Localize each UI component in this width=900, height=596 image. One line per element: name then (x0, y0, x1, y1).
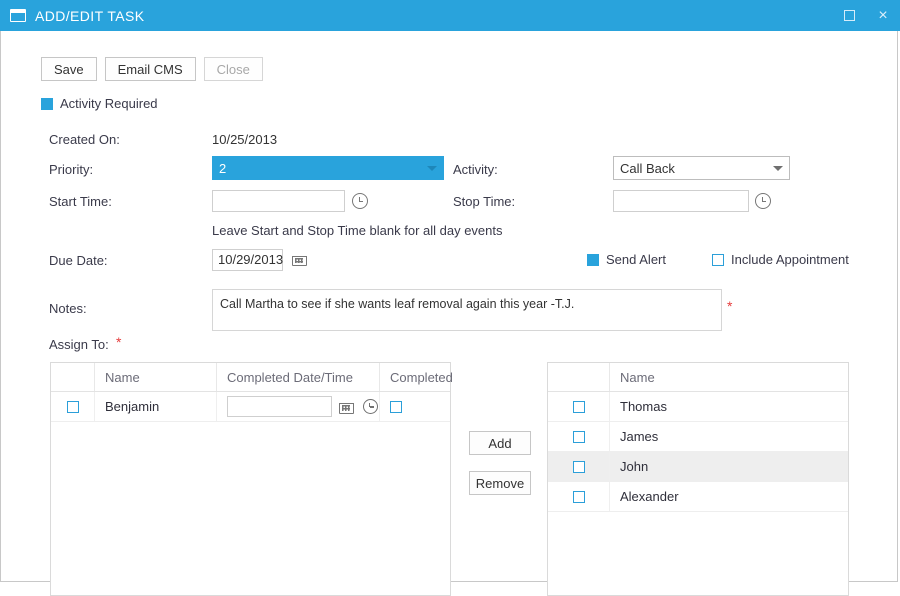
start-time-input[interactable] (212, 190, 345, 212)
send-alert-checkbox[interactable] (587, 253, 599, 266)
assigned-users-grid: Name Completed Date/Time Completed Benja… (50, 362, 453, 596)
send-alert-row: Send Alert (587, 252, 666, 267)
table-row[interactable]: Thomas (548, 392, 848, 422)
activity-required-row: Activity Required (41, 96, 158, 111)
action-toolbar: Save Email CMS Close (41, 57, 263, 81)
available-grid-header: Name (548, 363, 848, 392)
activity-dropdown-value: Call Back (620, 160, 675, 176)
stop-time-input[interactable] (613, 190, 749, 212)
clock-icon[interactable] (363, 399, 378, 414)
email-cms-button[interactable]: Email CMS (104, 57, 196, 81)
assigned-grid-header-completed-datetime: Completed Date/Time (217, 363, 380, 391)
remove-button[interactable]: Remove (469, 471, 531, 495)
assigned-grid-header: Name Completed Date/Time Completed (51, 363, 453, 392)
assigned-row-select-cell (51, 392, 95, 421)
include-appointment-row: Include Appointment (712, 252, 849, 267)
created-on-value: 10/25/2013 (212, 132, 278, 147)
row-select-checkbox[interactable] (572, 400, 585, 413)
assigned-row-completed-cell (380, 392, 450, 421)
activity-required-label: Activity Required (60, 96, 158, 111)
row-select-checkbox[interactable] (572, 490, 585, 503)
row-select-checkbox[interactable] (572, 460, 585, 473)
available-row-name: Thomas (620, 399, 667, 414)
table-row[interactable]: John (548, 452, 848, 482)
close-icon: × (878, 6, 888, 24)
available-grid-header-name: Name (620, 369, 655, 385)
window-title: ADD/EDIT TASK (35, 7, 145, 24)
clock-icon[interactable] (755, 193, 771, 209)
available-row-name: James (620, 429, 659, 444)
start-time-label: Start Time: (49, 194, 112, 209)
assign-to-label: Assign To: (49, 337, 109, 352)
assigned-grid-header-select (51, 363, 95, 391)
notes-required-asterisk: * (727, 298, 733, 314)
clock-icon[interactable] (352, 193, 368, 209)
available-row-name: Alexander (620, 489, 679, 504)
available-row-select-cell (548, 482, 610, 511)
maximize-button[interactable] (832, 0, 866, 31)
table-row[interactable]: Alexander (548, 482, 848, 512)
available-row-select-cell (548, 452, 610, 481)
available-row-select-cell (548, 422, 610, 451)
row-select-checkbox[interactable] (572, 430, 585, 443)
table-row[interactable]: Benjamin (51, 392, 450, 422)
assign-to-required-asterisk: * (116, 334, 122, 350)
priority-label: Priority: (49, 162, 94, 177)
chevron-down-icon (773, 165, 783, 171)
due-date-label: Due Date: (49, 253, 108, 268)
activity-dropdown[interactable]: Call Back (613, 156, 790, 180)
assigned-row-completed-datetime-cell (217, 392, 380, 421)
window-titlebar: ADD/EDIT TASK × (0, 0, 900, 31)
time-hint-text: Leave Start and Stop Time blank for all … (212, 223, 503, 238)
calendar-icon[interactable] (339, 399, 354, 414)
created-on-label: Created On: (49, 132, 120, 147)
include-appointment-checkbox[interactable] (712, 253, 724, 266)
activity-label: Activity: (453, 162, 498, 177)
save-button[interactable]: Save (41, 57, 97, 81)
assigned-grid-header-name: Name (95, 363, 217, 391)
available-grid-header-select (548, 363, 610, 391)
completed-checkbox[interactable] (390, 400, 402, 413)
completed-datetime-input[interactable] (227, 396, 332, 417)
available-row-name: John (620, 459, 649, 474)
include-appointment-label: Include Appointment (731, 252, 849, 267)
available-row-select-cell (548, 392, 610, 421)
window-icon (10, 9, 26, 22)
assigned-grid-header-completed: Completed (390, 369, 453, 385)
row-select-checkbox[interactable] (66, 400, 79, 413)
calendar-icon[interactable] (292, 252, 307, 266)
close-window-button[interactable]: × (866, 0, 900, 31)
activity-required-checkbox[interactable] (41, 97, 53, 110)
priority-dropdown-value: 2 (219, 160, 227, 176)
chevron-down-icon (427, 165, 437, 171)
priority-dropdown[interactable]: 2 (212, 156, 444, 180)
send-alert-label: Send Alert (606, 252, 666, 267)
available-users-grid: Name Thomas James John Alexander (547, 362, 849, 596)
due-date-input[interactable]: 10/29/2013 (212, 249, 283, 271)
close-button[interactable]: Close (203, 57, 263, 81)
table-row[interactable]: James (548, 422, 848, 452)
notes-input[interactable]: Call Martha to see if she wants leaf rem… (212, 289, 722, 331)
maximize-icon (843, 10, 855, 21)
notes-label: Notes: (49, 301, 87, 316)
assigned-row-name: Benjamin (95, 392, 217, 421)
dialog-body: Save Email CMS Close Activity Required C… (0, 31, 898, 596)
stop-time-label: Stop Time: (453, 194, 516, 209)
add-button[interactable]: Add (469, 431, 531, 455)
